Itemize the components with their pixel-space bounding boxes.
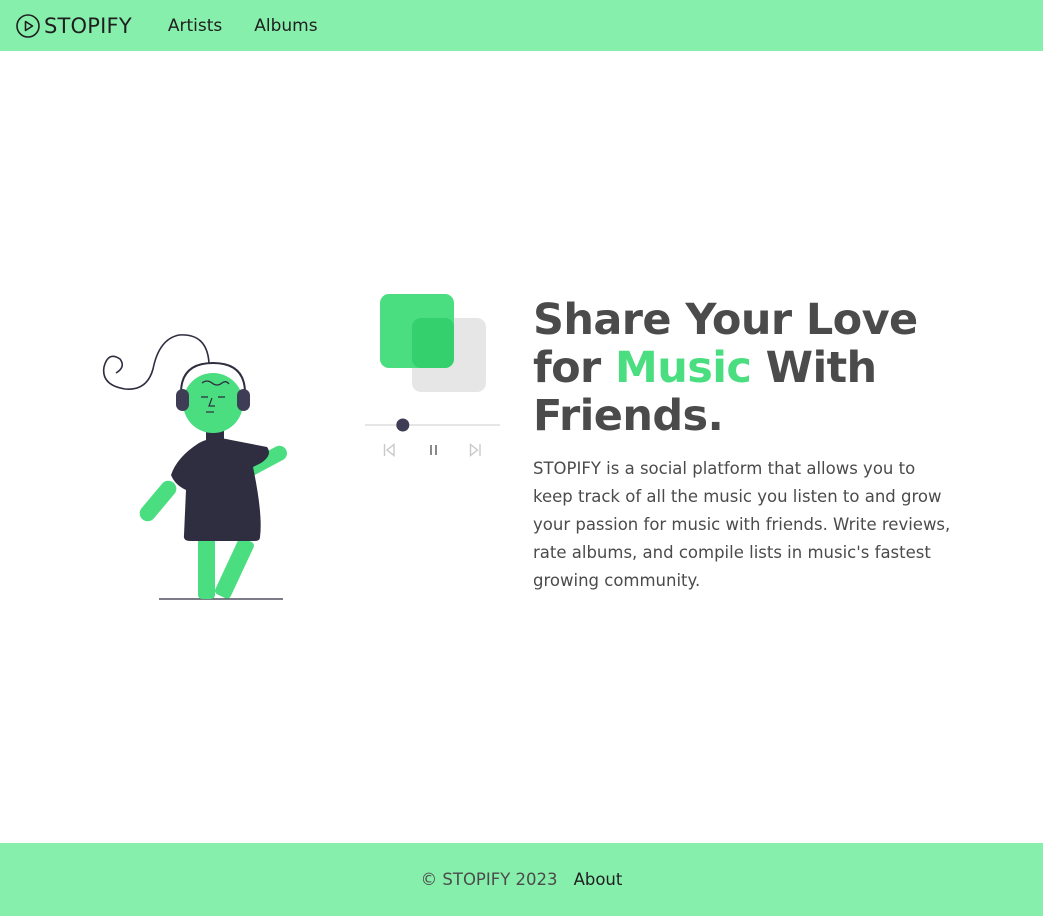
play-circle-icon (16, 13, 40, 38)
navbar: STOPIFY Artists Albums (0, 0, 1043, 51)
headline-line-2-end: With (751, 343, 878, 393)
body (171, 438, 269, 541)
brand-logo-link[interactable]: STOPIFY (15, 13, 132, 39)
hero-description: STOPIFY is a social platform that allows… (533, 459, 951, 590)
head (183, 373, 243, 433)
left-arm (139, 480, 177, 522)
right-leg (214, 537, 254, 599)
nav-link-artists[interactable]: Artists (168, 16, 222, 36)
previous-icon (383, 443, 395, 457)
headphone-right-cup (237, 389, 250, 411)
album-card-overlap (412, 318, 454, 368)
brand-name: STOPIFY (44, 13, 132, 38)
headline-line-1: Share Your Love (533, 295, 918, 345)
left-leg (198, 533, 215, 599)
headphone-left-cup (176, 389, 189, 411)
headline-line-3: Friends. (533, 391, 724, 441)
hero-illustration (102, 294, 500, 600)
next-icon (469, 443, 481, 457)
footer: © STOPIFY 2023 About (0, 843, 1043, 916)
nav-link-albums[interactable]: Albums (254, 16, 317, 36)
footer-copyright: © STOPIFY 2023 (420, 870, 558, 889)
pause-icon (430, 445, 437, 455)
headline-line-2-start: for (533, 343, 616, 393)
hero-headline: Share Your Love for Music With Friends. (533, 296, 963, 440)
footer-about-link[interactable]: About (574, 870, 623, 889)
headline-accent: Music (615, 343, 752, 393)
progress-knob (396, 418, 410, 432)
